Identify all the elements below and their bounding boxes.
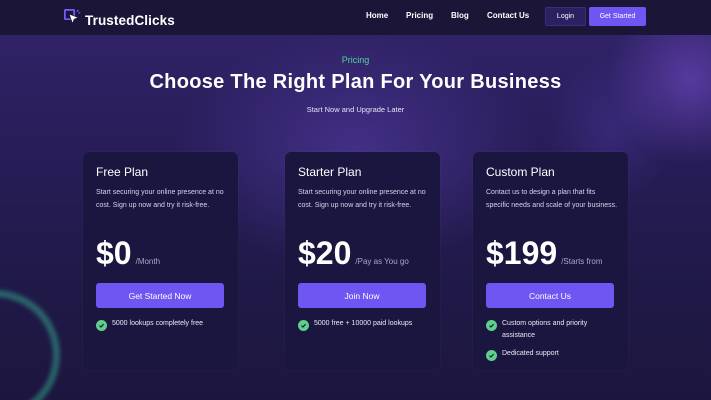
- feature-item: 5000 lookups completely free: [96, 318, 228, 331]
- plan-features: 5000 lookups completely free: [96, 318, 228, 337]
- plan-title: Custom Plan: [486, 165, 555, 179]
- cursor-click-logo-icon: [64, 9, 81, 31]
- check-circle-icon: [298, 320, 309, 331]
- plan-period: /Pay as You go: [355, 257, 409, 266]
- top-navbar: TrustedClicks Home Pricing Blog Contact …: [0, 0, 711, 35]
- plan-price-row: $20 /Pay as You go: [298, 235, 409, 271]
- join-now-button[interactable]: Join Now: [298, 283, 426, 308]
- nav-link-blog[interactable]: Blog: [451, 11, 469, 20]
- feature-text: Custom options and priority assistance: [502, 320, 588, 339]
- plan-period: /Month: [135, 257, 161, 266]
- page-subtitle: Start Now and Upgrade Later: [306, 105, 405, 114]
- plan-card-starter: Starter Plan Start securing your online …: [285, 152, 440, 370]
- plan-price: $0: [96, 235, 132, 271]
- plan-features: 5000 free + 10000 paid lookups: [298, 318, 430, 337]
- feature-item: Custom options and priority assistance: [486, 318, 618, 342]
- brand-logo[interactable]: TrustedClicks: [64, 9, 175, 31]
- plan-features: Custom options and priority assistance D…: [486, 318, 618, 367]
- plan-title: Free Plan: [96, 165, 149, 179]
- section-eyebrow: Pricing: [341, 55, 370, 65]
- check-circle-icon: [96, 320, 107, 331]
- plan-price-row: $199 /Starts from: [486, 235, 603, 271]
- nav-link-home[interactable]: Home: [366, 11, 388, 20]
- check-circle-icon: [486, 320, 497, 331]
- feature-text: Dedicated support: [502, 350, 559, 357]
- plan-card-custom: Custom Plan Contact us to design a plan …: [473, 152, 628, 370]
- plan-price-row: $0 /Month: [96, 235, 160, 271]
- plan-period: /Starts from: [561, 257, 603, 266]
- plan-card-free: Free Plan Start securing your online pre…: [83, 152, 238, 370]
- check-circle-icon: [486, 350, 497, 361]
- plan-description: Contact us to design a plan that fits sp…: [486, 189, 618, 209]
- decorative-ring: [0, 290, 60, 400]
- feature-text: 5000 free + 10000 paid lookups: [314, 320, 413, 327]
- plan-price: $199: [486, 235, 558, 271]
- page-title: Choose The Right Plan For Your Business: [149, 71, 562, 93]
- nav-link-contact[interactable]: Contact Us: [487, 11, 529, 20]
- feature-text: 5000 lookups completely free: [112, 320, 204, 327]
- login-button[interactable]: Login: [545, 7, 586, 26]
- get-started-now-button[interactable]: Get Started Now: [96, 283, 224, 308]
- plan-description: Start securing your online presence at n…: [96, 189, 224, 209]
- plan-title: Starter Plan: [298, 165, 362, 179]
- get-started-button[interactable]: Get Started: [589, 7, 646, 26]
- contact-us-button[interactable]: Contact Us: [486, 283, 614, 308]
- nav-link-pricing[interactable]: Pricing: [406, 11, 433, 20]
- feature-item: Dedicated support: [486, 348, 618, 361]
- brand-name: TrustedClicks: [85, 12, 175, 28]
- plan-price: $20: [298, 235, 352, 271]
- plan-description: Start securing your online presence at n…: [298, 189, 426, 209]
- feature-item: 5000 free + 10000 paid lookups: [298, 318, 430, 331]
